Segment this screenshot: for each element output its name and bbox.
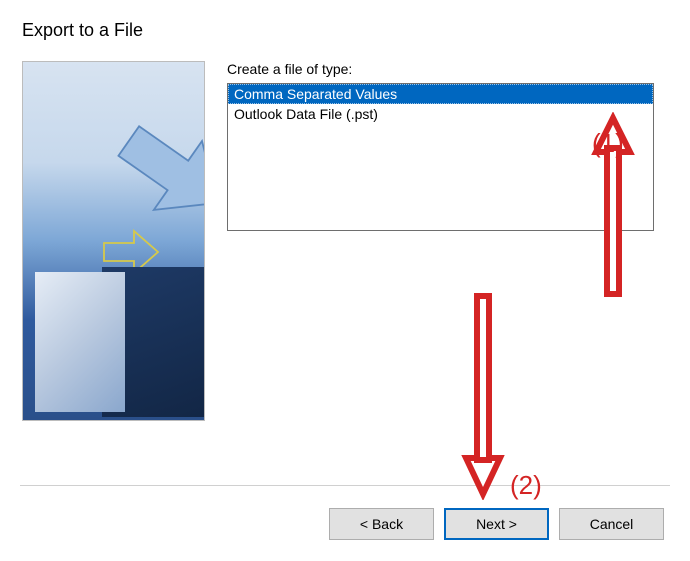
file-type-section-label: Create a file of type: (227, 61, 666, 77)
next-button[interactable]: Next > (444, 508, 549, 540)
right-panel: Create a file of type: Comma Separated V… (227, 61, 666, 421)
file-type-option-csv[interactable]: Comma Separated Values (228, 84, 653, 104)
export-dialog: Export to a File Create a file of type: … (0, 0, 690, 561)
button-row: < Back Next > Cancel (329, 508, 664, 540)
annotation-label-1: (1) (592, 128, 624, 159)
back-button[interactable]: < Back (329, 508, 434, 540)
cancel-button[interactable]: Cancel (559, 508, 664, 540)
wizard-illustration (22, 61, 205, 421)
illustration-light-shape (35, 272, 125, 412)
dialog-title: Export to a File (0, 0, 690, 41)
file-type-option-pst[interactable]: Outlook Data File (.pst) (228, 104, 653, 124)
illustration-arrow-blue-icon (113, 112, 205, 232)
file-type-list[interactable]: Comma Separated Values Outlook Data File… (227, 83, 654, 231)
annotation-label-2: (2) (510, 470, 542, 501)
divider (20, 485, 670, 486)
dialog-content: Create a file of type: Comma Separated V… (0, 41, 690, 421)
